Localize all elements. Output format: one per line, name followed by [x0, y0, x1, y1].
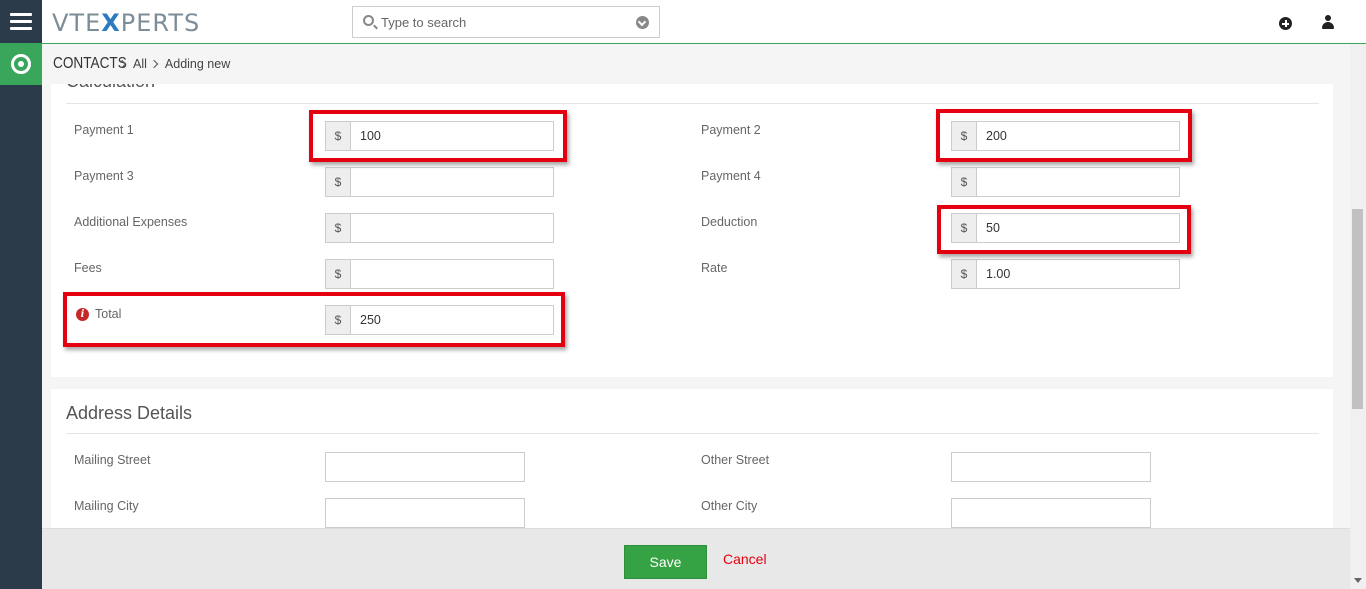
chevron-down-icon[interactable]	[636, 16, 649, 29]
fees-field: $	[325, 259, 554, 289]
address-details-panel: Address Details Mailing Street Other Str…	[51, 389, 1333, 528]
hamburger-menu-icon[interactable]	[0, 0, 42, 43]
highlight-total	[63, 292, 565, 347]
form-footer: Save Cancel	[42, 528, 1350, 589]
other-city-input[interactable]	[952, 499, 1150, 527]
mailing-city-input[interactable]	[326, 499, 524, 527]
breadcrumb: CONTACTS All Adding new	[42, 44, 1350, 84]
rate-label: Rate	[701, 261, 728, 275]
top-bar: VTEXPERTS	[42, 0, 1366, 44]
address-details-title: Address Details	[66, 403, 193, 423]
other-street-input[interactable]	[952, 453, 1150, 481]
payment3-label: Payment 3	[74, 169, 134, 183]
form-content: Calculation Payment 1 $ Payment 2 $ Paym…	[42, 84, 1350, 528]
search-input[interactable]	[381, 12, 621, 32]
other-street-field	[951, 452, 1151, 482]
currency-symbol: $	[326, 168, 351, 196]
payment3-input[interactable]	[351, 168, 553, 196]
payment3-field: $	[325, 167, 554, 197]
search-icon	[363, 15, 374, 26]
payment4-field: $	[951, 167, 1180, 197]
mailing-city-field	[325, 498, 525, 528]
scroll-down-arrow-icon[interactable]	[1354, 578, 1362, 583]
mailing-street-label: Mailing Street	[74, 453, 151, 467]
page-scrollbar[interactable]	[1350, 44, 1366, 589]
other-street-label: Other Street	[701, 453, 770, 467]
mailing-street-field	[325, 452, 525, 482]
quick-create-plus-icon[interactable]	[1279, 17, 1292, 30]
logo[interactable]: VTEXPERTS	[52, 9, 200, 37]
fees-label: Fees	[74, 261, 102, 275]
deduction-label: Deduction	[701, 215, 758, 229]
mailing-street-input[interactable]	[326, 453, 524, 481]
highlight-deduction	[937, 205, 1191, 254]
currency-symbol: $	[326, 260, 351, 288]
breadcrumb-module[interactable]: CONTACTS	[53, 55, 127, 73]
mailing-city-label: Mailing City	[74, 499, 139, 513]
payment4-label: Payment 4	[701, 169, 761, 183]
rate-input[interactable]	[977, 260, 1179, 288]
breadcrumb-current: Adding new	[164, 57, 231, 71]
calculation-panel: Calculation Payment 1 $ Payment 2 $ Paym…	[51, 84, 1333, 377]
divider	[66, 103, 1319, 104]
calculation-title: Calculation	[66, 84, 155, 92]
payment4-input[interactable]	[977, 168, 1179, 196]
rate-field: $	[951, 259, 1180, 289]
left-rail	[0, 0, 42, 589]
currency-symbol: $	[952, 260, 977, 288]
payment1-label: Payment 1	[74, 123, 134, 137]
contacts-module-icon[interactable]	[0, 43, 42, 85]
additional-expenses-label: Additional Expenses	[74, 215, 188, 229]
additional-expenses-input[interactable]	[351, 214, 553, 242]
highlight-payment2	[936, 109, 1192, 162]
cancel-link[interactable]: Cancel	[723, 551, 767, 567]
breadcrumb-all[interactable]: All	[133, 57, 147, 71]
payment2-label: Payment 2	[701, 123, 761, 137]
divider	[66, 433, 1319, 434]
other-city-field	[951, 498, 1151, 528]
fees-input[interactable]	[351, 260, 553, 288]
highlight-payment1	[309, 110, 567, 162]
scrollbar-thumb[interactable]	[1352, 209, 1363, 409]
save-button[interactable]: Save	[624, 545, 707, 579]
chevron-right-icon	[149, 59, 159, 69]
currency-symbol: $	[326, 214, 351, 242]
currency-symbol: $	[952, 168, 977, 196]
other-city-label: Other City	[701, 499, 758, 513]
user-profile-icon[interactable]	[1322, 15, 1334, 30]
additional-expenses-field: $	[325, 213, 554, 243]
global-search	[352, 6, 660, 38]
